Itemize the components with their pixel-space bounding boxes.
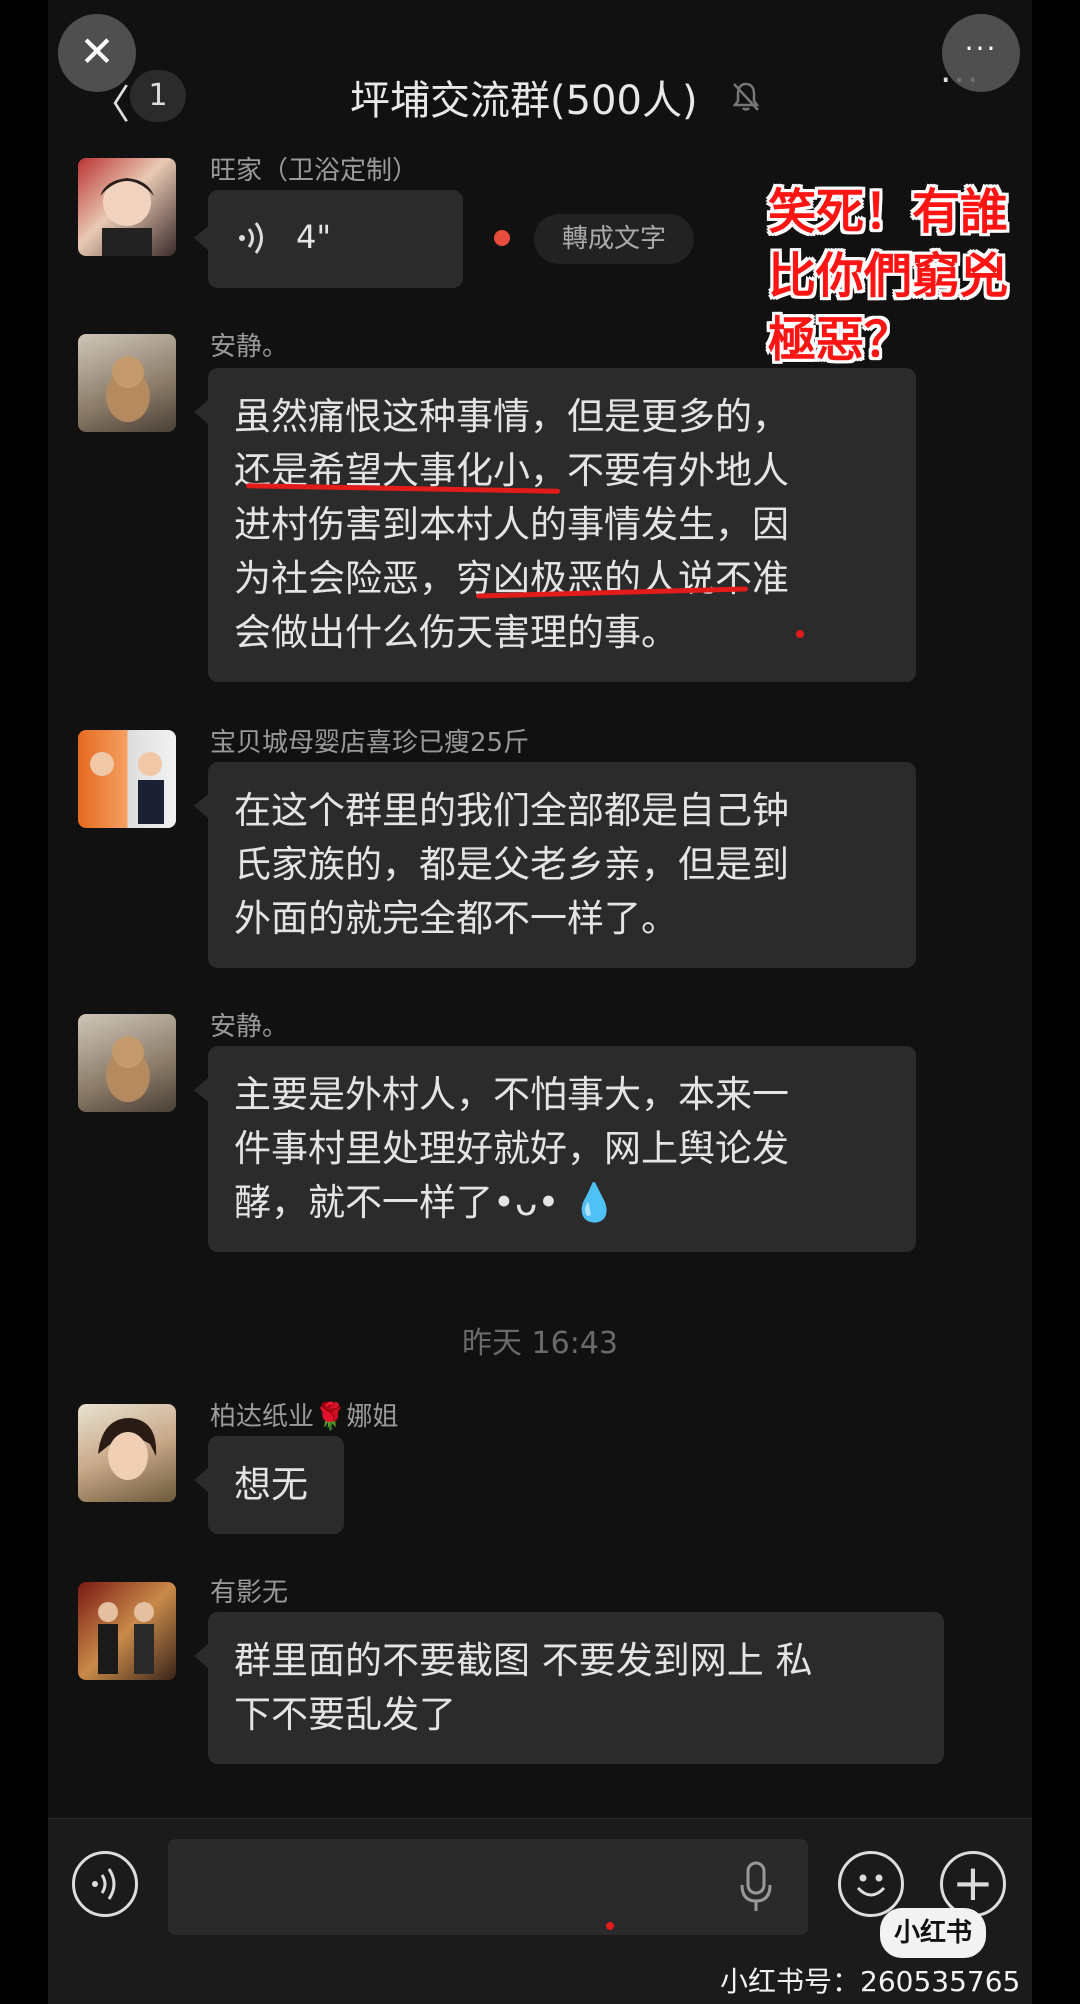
message-input[interactable] (168, 1839, 808, 1935)
overlay-line: 極惡？ (768, 312, 913, 368)
avatar-image (100, 178, 154, 256)
message-line: 群里面的不要截图 不要发到网上 私 (234, 1639, 813, 1682)
xiaohongshu-logo: 小红书 (880, 1908, 986, 1958)
message-line: 外面的就完全都不一样了。 (234, 897, 678, 940)
emoji-button[interactable] (838, 1851, 904, 1917)
sender-name: 柏达纸业🌹娜姐 (210, 1402, 399, 1432)
avatar[interactable] (78, 1404, 176, 1502)
sender-name: 安静。 (210, 1012, 289, 1042)
voice-mode-button[interactable] (72, 1851, 138, 1917)
message-bubble[interactable]: 群里面的不要截图 不要发到网上 私 下不要乱发了 (194, 1612, 944, 1764)
message-line: 进村伤害到本村人的事情发生，因 (234, 503, 789, 546)
convert-to-text-button[interactable]: 轉成文字 (534, 214, 694, 264)
overlay-line: 笑死！有誰 (768, 184, 1009, 240)
avatar[interactable] (78, 1582, 176, 1680)
avatar[interactable] (78, 158, 176, 256)
message-bubble[interactable]: 主要是外村人，不怕事大，本来一 件事村里处理好就好，网上舆论发 酵，就不一样了•… (194, 1046, 916, 1252)
message-line: 下不要乱发了 (234, 1693, 456, 1736)
voice-duration: 4" (296, 218, 332, 256)
smiley-icon (856, 1874, 886, 1897)
message-line: 在这个群里的我们全部都是自己钟 (234, 789, 789, 832)
avatar[interactable] (78, 1014, 176, 1112)
avatar-image (90, 752, 164, 824)
avatar-image (98, 1602, 154, 1674)
voice-wave-icon (239, 222, 263, 254)
message-line: 主要是外村人，不怕事大，本来一 (234, 1073, 789, 1116)
message-line: 想无 (234, 1463, 308, 1506)
avatar[interactable] (78, 334, 176, 432)
message-line: 还是希望大事化小，不要有外地人 (234, 449, 789, 492)
message-line: 虽然痛恨这种事情，但是更多的， (234, 395, 789, 438)
message-line: 会做出什么伤天害理的事。 (234, 611, 678, 654)
overlay-caption: 笑死！有誰 比你們窮兇 極惡？ (768, 180, 1028, 372)
message-line: 氏家族的，都是父老乡亲，但是到 (234, 843, 789, 886)
voice-message-bubble[interactable]: 4" (194, 190, 463, 288)
message-line: 酵，就不一样了•ᴗ• 💧 (234, 1181, 618, 1224)
sender-name: 有影无 (210, 1578, 289, 1608)
sender-name: 旺家（卫浴定制） (210, 156, 419, 186)
sender-name: 安静。 (210, 332, 289, 362)
avatar-image (106, 1036, 150, 1102)
microphone-icon[interactable] (738, 1861, 774, 1913)
voice-unread-dot (494, 230, 510, 246)
message-bubble[interactable]: 想无 (194, 1436, 344, 1534)
voice-wave-icon (92, 1868, 116, 1900)
overlay-line: 比你們窮兇 (768, 248, 1009, 304)
message-line: 为社会险恶，穷凶极恶的人说不准 (234, 557, 789, 600)
message-line: 件事村里处理好就好，网上舆论发 (234, 1127, 789, 1170)
avatar-image (98, 1418, 157, 1480)
chat-timestamp: 昨天 16:43 (462, 1326, 618, 1361)
message-bubble[interactable]: 虽然痛恨这种事情，但是更多的， 还是希望大事化小，不要有外地人 进村伤害到本村人… (194, 368, 916, 682)
annotation-dot (606, 1922, 614, 1930)
annotation-dot (796, 630, 804, 638)
sender-name: 宝贝城母婴店喜珍已瘦25斤 (210, 728, 530, 758)
xiaohongshu-id: 小红书号：260535765 (720, 1965, 1021, 1998)
avatar-image (106, 356, 150, 422)
avatar[interactable] (78, 730, 176, 828)
message-bubble[interactable]: 在这个群里的我们全部都是自己钟 氏家族的，都是父老乡亲，但是到 外面的就完全都不… (194, 762, 916, 968)
